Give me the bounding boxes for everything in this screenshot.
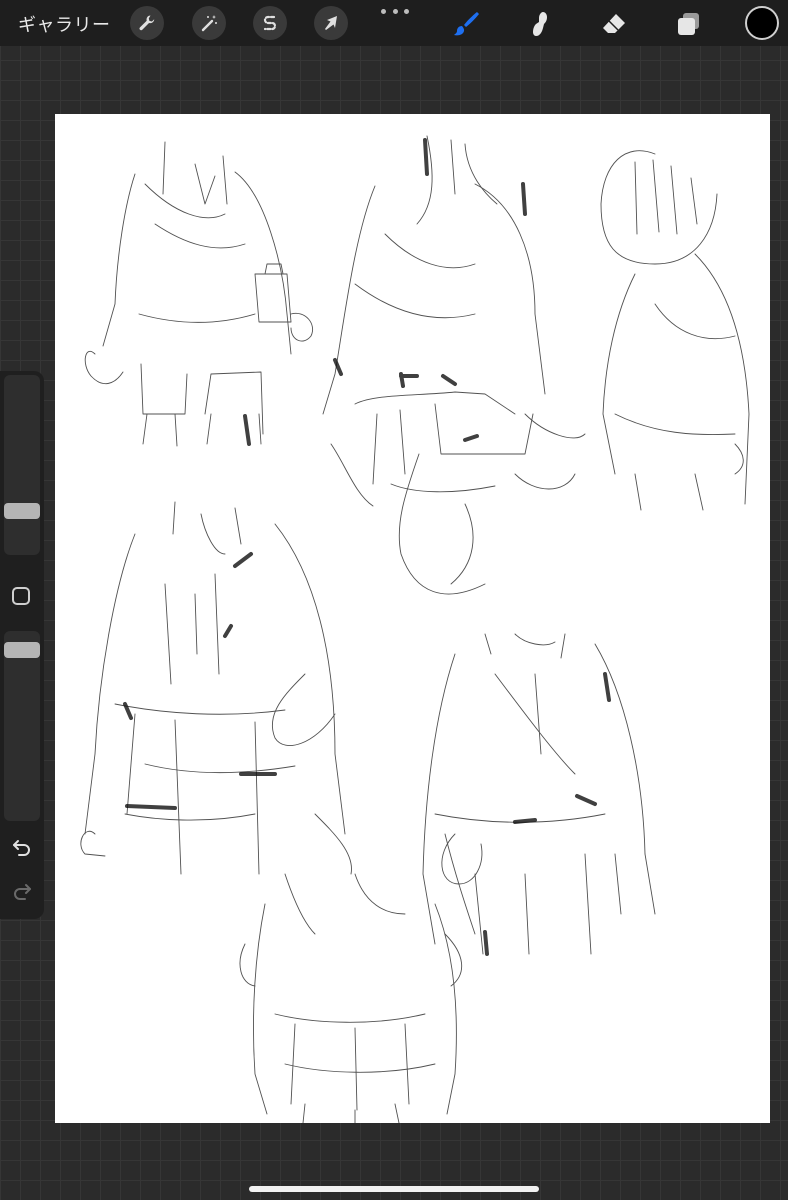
undo-icon	[13, 840, 30, 856]
eraser-tool-button[interactable]	[596, 6, 632, 42]
transform-button[interactable]	[314, 6, 348, 40]
redo-button[interactable]	[10, 879, 34, 903]
selection-button[interactable]	[253, 6, 287, 40]
transform-arrow-icon	[325, 16, 337, 30]
magic-wand-icon	[201, 15, 217, 32]
smudge-icon	[533, 12, 547, 36]
drawing-canvas[interactable]	[55, 114, 770, 1123]
brush-size-handle[interactable]	[4, 503, 40, 519]
more-options-button[interactable]	[381, 2, 409, 20]
selection-s-icon	[263, 15, 277, 31]
color-picker-button[interactable]	[745, 6, 779, 40]
dot-icon	[381, 8, 386, 14]
dot-icon	[404, 8, 409, 14]
home-indicator[interactable]	[249, 1186, 539, 1192]
opacity-slider[interactable]	[4, 631, 40, 821]
eyedropper-modify-button[interactable]	[12, 587, 30, 605]
smudge-tool-button[interactable]	[522, 6, 558, 42]
sketch-artwork	[80, 135, 750, 1123]
paint-tool-button[interactable]	[448, 6, 484, 42]
redo-icon	[14, 884, 31, 900]
actions-button[interactable]	[130, 6, 164, 40]
layers-icon	[678, 13, 699, 35]
opacity-handle[interactable]	[4, 642, 40, 658]
gallery-button[interactable]: ギャラリー	[18, 11, 111, 37]
top-toolbar: ギャラリー	[0, 0, 788, 46]
brush-icon	[454, 12, 479, 36]
eraser-icon	[603, 14, 625, 33]
undo-button[interactable]	[10, 835, 34, 859]
wrench-icon	[139, 15, 155, 31]
dot-icon	[392, 8, 398, 14]
brush-size-slider[interactable]	[4, 375, 40, 555]
brush-sidebar	[0, 371, 44, 919]
layers-button[interactable]	[670, 6, 706, 42]
adjustments-button[interactable]	[192, 6, 226, 40]
